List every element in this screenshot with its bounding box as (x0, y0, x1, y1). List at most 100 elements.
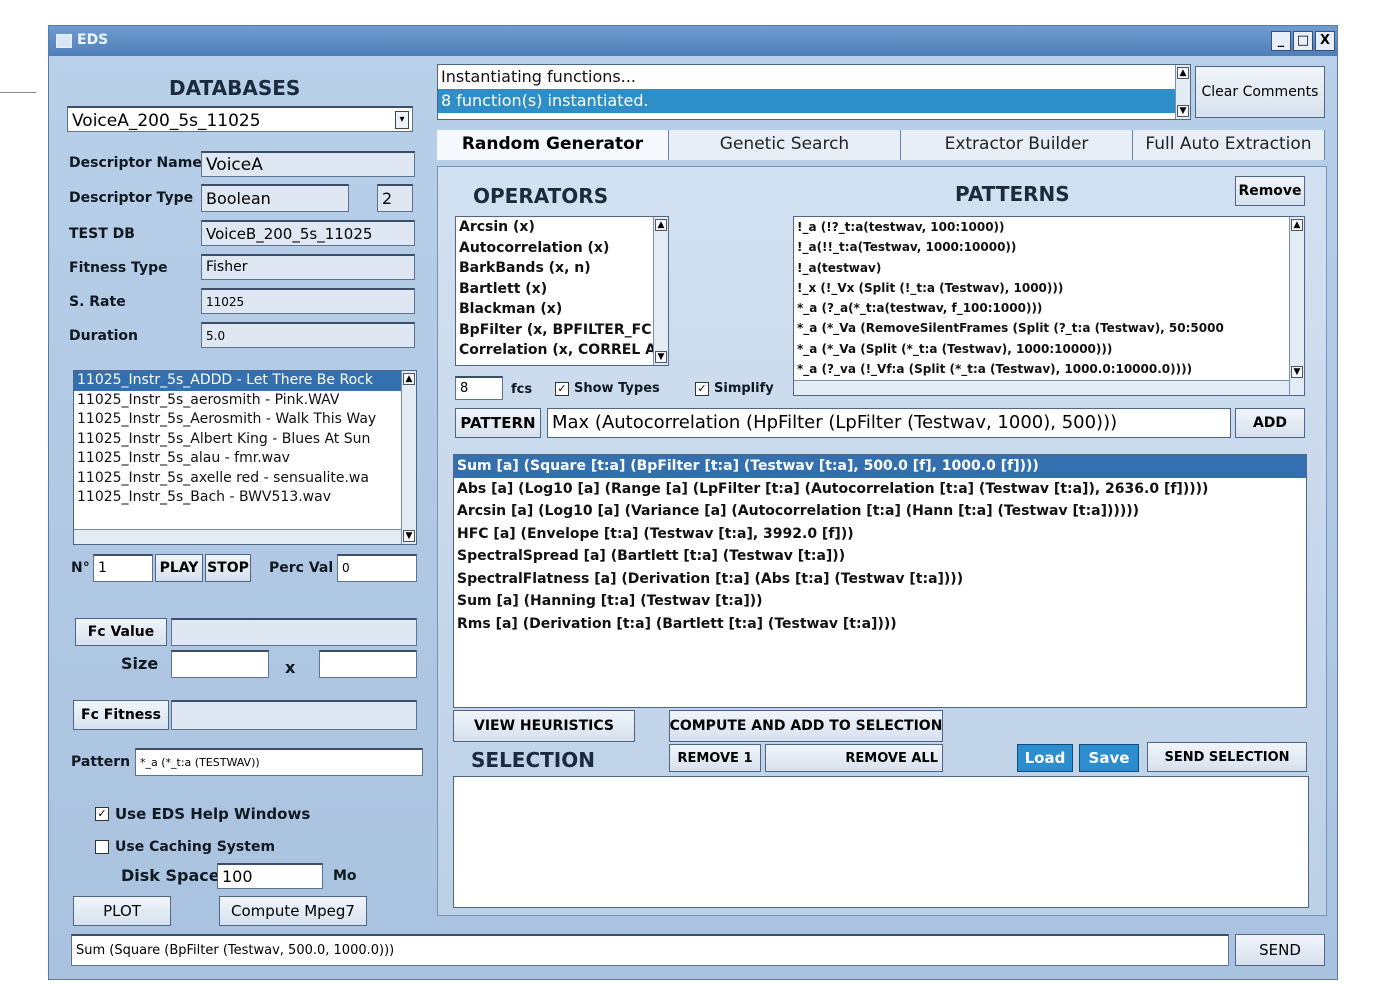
fc-fitness-field[interactable] (171, 700, 417, 730)
play-button[interactable]: PLAY (155, 554, 203, 582)
show-types-checkbox[interactable]: ✓ (555, 382, 569, 396)
send-button[interactable]: SEND (1235, 934, 1325, 966)
s-rate-field[interactable]: 11025 (201, 288, 415, 314)
list-item[interactable]: 11025_Instr_5s_Bach - BWV513.wav (74, 488, 416, 508)
scroll-up-icon[interactable]: ▲ (1291, 219, 1303, 231)
pattern-button[interactable]: PATTERN (455, 408, 541, 438)
pattern-field[interactable]: *_a (*_t:a (TESTWAV)) (135, 748, 423, 776)
maximize-button[interactable]: □ (1293, 31, 1313, 51)
test-db-field[interactable]: VoiceB_200_5s_11025 (201, 220, 415, 246)
descriptor-type-field[interactable]: Boolean (201, 184, 349, 212)
size-width-field[interactable] (171, 650, 269, 678)
duration-field[interactable]: 5.0 (201, 322, 415, 348)
disk-space-field[interactable]: 100 (217, 863, 323, 889)
n-field[interactable]: 1 (93, 554, 153, 582)
fc-fitness-button[interactable]: Fc Fitness (73, 700, 169, 730)
add-button[interactable]: ADD (1235, 408, 1305, 438)
comments-scrollbar[interactable]: ▲ ▼ (1175, 65, 1190, 119)
tab-genetic-search[interactable]: Genetic Search (669, 130, 901, 160)
database-select[interactable]: VoiceA_200_5s_11025 ▾ (67, 106, 413, 132)
scroll-down-icon[interactable]: ▼ (1177, 105, 1189, 117)
list-item[interactable]: Correlation (x, CORREL A (456, 340, 668, 361)
remove-all-button[interactable]: REMOVE ALL (765, 744, 943, 772)
list-item[interactable]: BarkBands (x, n) (456, 258, 668, 279)
result-row[interactable]: Abs [a] (Log10 [a] (Range [a] (LpFilter … (454, 478, 1306, 501)
perc-val-field[interactable]: 0 (337, 554, 417, 582)
remove-1-button[interactable]: REMOVE 1 (669, 744, 761, 772)
stop-button[interactable]: STOP (205, 554, 251, 582)
list-item[interactable]: Bartlett (x) (456, 279, 668, 300)
file-list[interactable]: 11025_Instr_5s_ADDD - Let There Be Rock … (73, 370, 417, 545)
result-row[interactable]: Sum [a] (Square [t:a] (BpFilter [t:a] (T… (454, 455, 1306, 478)
pattern-input[interactable]: Max (Autocorrelation (HpFilter (LpFilter… (547, 408, 1231, 438)
load-button[interactable]: Load (1017, 744, 1073, 772)
list-item[interactable]: 11025_Instr_5s_alau - fmr.wav (74, 449, 416, 469)
command-field[interactable]: Sum (Square (BpFilter (Testwav, 500.0, 1… (71, 934, 1229, 966)
perc-val-label: Perc Val (269, 560, 334, 576)
file-list-hscrollbar[interactable] (74, 529, 401, 544)
size-height-field[interactable] (319, 650, 417, 678)
operators-scrollbar[interactable]: ▲ ▼ (653, 217, 668, 365)
scroll-up-icon[interactable]: ▲ (655, 219, 667, 231)
save-button[interactable]: Save (1079, 744, 1139, 772)
fitness-type-field[interactable]: Fisher (201, 254, 415, 280)
patterns-list[interactable]: !_a (!?_t:a(testwav, 100:1000)) !_a(!!_t… (793, 216, 1305, 396)
dropdown-arrow-icon[interactable]: ▾ (395, 111, 409, 129)
result-row[interactable]: Sum [a] (Hanning [t:a] (Testwav [t:a])) (454, 590, 1306, 613)
list-item[interactable]: !_a(!!_t:a(Testwav, 1000:10000)) (794, 237, 1304, 257)
compute-mpeg7-button[interactable]: Compute Mpeg7 (219, 896, 367, 926)
list-item[interactable]: BpFilter (x, BPFILTER_FC (456, 320, 668, 341)
scroll-up-icon[interactable]: ▲ (1177, 67, 1189, 79)
view-heuristics-button[interactable]: VIEW HEURISTICS (453, 710, 635, 742)
list-item[interactable]: 11025_Instr_5s_aerosmith - Pink.WAV (74, 391, 416, 411)
result-row[interactable]: Rms [a] (Derivation [t:a] (Bartlett [t:a… (454, 613, 1306, 636)
result-row[interactable]: Arcsin [a] (Log10 [a] (Variance [a] (Aut… (454, 500, 1306, 523)
remove-pattern-button[interactable]: Remove (1235, 176, 1305, 206)
descriptor-type-extra[interactable]: 2 (377, 184, 413, 212)
result-row[interactable]: HFC [a] (Envelope [t:a] (Testwav [t:a], … (454, 523, 1306, 546)
plot-button[interactable]: PLOT (73, 896, 171, 926)
operators-list[interactable]: Arcsin (x) Autocorrelation (x) BarkBands… (455, 216, 669, 366)
duration-label: Duration (69, 328, 139, 344)
list-item[interactable]: *_a (?_va (!_Vf:a (Split (*_t:a (Testwav… (794, 359, 1304, 379)
result-row[interactable]: SpectralFlatness [a] (Derivation [t:a] (… (454, 568, 1306, 591)
list-item[interactable]: 11025_Instr_5s_axelle red - sensualite.w… (74, 469, 416, 489)
list-item[interactable]: 11025_Instr_5s_ADDD - Let There Be Rock (74, 371, 416, 391)
list-item[interactable]: *_a (?_a(*_t:a(testwav, f_100:1000))) (794, 298, 1304, 318)
list-item[interactable]: Arcsin (x) (456, 217, 668, 238)
list-item[interactable]: Blackman (x) (456, 299, 668, 320)
list-item[interactable]: Autocorrelation (x) (456, 238, 668, 259)
file-list-scrollbar[interactable]: ▲ ▼ (401, 371, 416, 544)
fc-value-field[interactable] (171, 618, 417, 646)
send-selection-button[interactable]: SEND SELECTION (1147, 742, 1307, 772)
minimize-button[interactable]: _ (1271, 31, 1291, 51)
close-button[interactable]: X (1315, 31, 1335, 51)
simplify-checkbox[interactable]: ✓ (695, 382, 709, 396)
fc-value-button[interactable]: Fc Value (75, 618, 167, 646)
scroll-down-icon[interactable]: ▼ (1291, 366, 1303, 378)
use-caching-checkbox[interactable] (95, 840, 109, 854)
operator-count-field[interactable]: 8 (455, 376, 503, 400)
descriptor-name-field[interactable]: VoiceA (201, 151, 415, 177)
use-help-checkbox[interactable]: ✓ (95, 807, 109, 821)
patterns-hscrollbar[interactable] (794, 380, 1289, 395)
scroll-down-icon[interactable]: ▼ (655, 351, 667, 363)
scroll-up-icon[interactable]: ▲ (403, 373, 415, 385)
scroll-down-icon[interactable]: ▼ (403, 530, 415, 542)
list-item[interactable]: !_a(testwav) (794, 258, 1304, 278)
list-item[interactable]: *_a (*_Va (RemoveSilentFrames (Split (?_… (794, 318, 1304, 338)
list-item[interactable]: *_a (*_Va (Split (*_t:a (Testwav), 1000:… (794, 339, 1304, 359)
list-item[interactable]: !_x (!_Vx (Split (!_t:a (Testwav), 1000)… (794, 278, 1304, 298)
list-item[interactable]: 11025_Instr_5s_Aerosmith - Walk This Way (74, 410, 416, 430)
patterns-scrollbar[interactable]: ▲ ▼ (1289, 217, 1304, 395)
tab-random-generator[interactable]: Random Generator (437, 130, 669, 160)
results-list[interactable]: Sum [a] (Square [t:a] (BpFilter [t:a] (T… (453, 454, 1307, 708)
compute-add-button[interactable]: COMPUTE AND ADD TO SELECTION (669, 710, 943, 742)
list-item[interactable]: 11025_Instr_5s_Albert King - Blues At Su… (74, 430, 416, 450)
selection-list[interactable] (453, 776, 1309, 908)
clear-comments-button[interactable]: Clear Comments (1195, 66, 1325, 118)
tab-extractor-builder[interactable]: Extractor Builder (901, 130, 1133, 160)
tab-full-auto-extraction[interactable]: Full Auto Extraction (1133, 130, 1325, 160)
list-item[interactable]: !_a (!?_t:a(testwav, 100:1000)) (794, 217, 1304, 237)
result-row[interactable]: SpectralSpread [a] (Bartlett [t:a] (Test… (454, 545, 1306, 568)
